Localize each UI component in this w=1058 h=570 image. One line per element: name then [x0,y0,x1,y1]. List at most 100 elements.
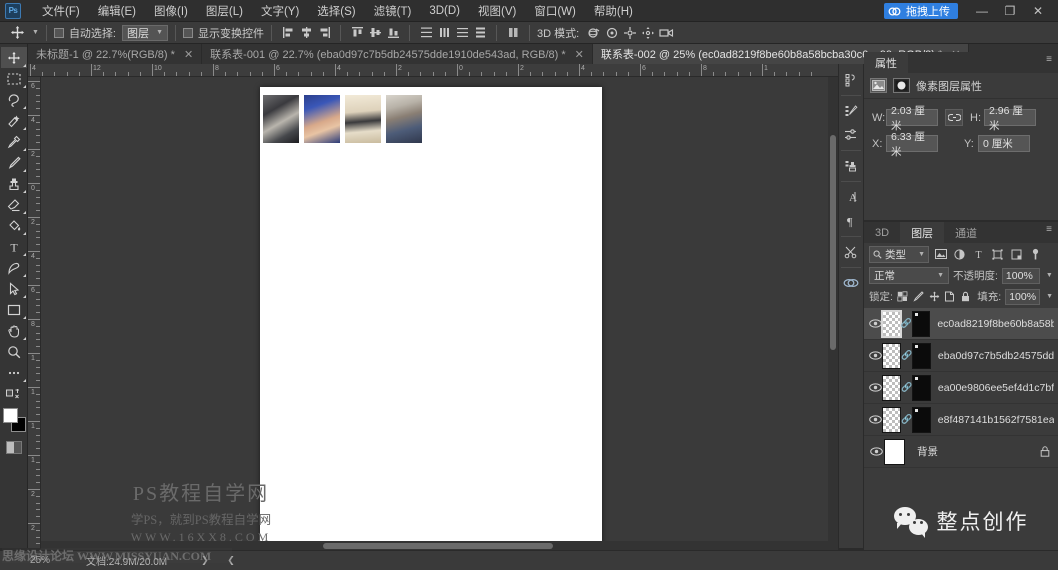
menu-image[interactable]: 图像(I) [145,0,197,22]
tab-channels[interactable]: 通道 [944,222,989,243]
opacity-input[interactable]: 100% [1001,267,1040,284]
layer-name[interactable]: ea00e9806ee5ef4d1c7bfa... [938,382,1054,394]
layer-list[interactable]: 🔗 ec0ad8219f8be60b8a58bc... 🔗 eba0d97c7b… [864,308,1058,492]
menu-filter[interactable]: 滤镜(T) [365,0,421,22]
menu-layer[interactable]: 图层(L) [197,0,252,22]
filter-smart-object-icon[interactable] [1009,247,1024,262]
align-left-edges-icon[interactable] [279,24,297,42]
link-icon[interactable]: 🔗 [901,350,912,361]
layer-visibility-toggle[interactable] [868,351,882,360]
tool-preset-caret-icon[interactable]: ▼ [32,29,39,36]
canvas-area[interactable]: PS教程自学网 学PS，就到PS教程自学网 WWW.16XX8.COM [41,77,838,548]
layer-mask-thumbnail[interactable] [911,406,931,433]
move-tool[interactable] [0,47,27,68]
hand-tool[interactable] [1,320,27,341]
auto-select-dropdown[interactable]: 图层 ▼ [122,24,168,41]
type-tool[interactable]: T [1,236,27,257]
menu-type[interactable]: 文字(Y) [252,0,308,22]
blend-mode-dropdown[interactable]: 正常 ▼ [869,267,949,284]
path-selection-tool[interactable] [1,278,27,299]
brush-tool[interactable] [1,152,27,173]
layer-mask-thumbnail[interactable] [911,310,931,337]
3d-pan-icon[interactable] [621,24,639,42]
table-row[interactable]: 🔗 ea00e9806ee5ef4d1c7bfa... [864,372,1058,404]
layer-thumbnail[interactable] [882,342,902,369]
drag-upload-button[interactable]: 拖拽上传 [884,3,958,19]
height-input[interactable]: 2.96 厘米 [984,105,1036,132]
3d-roll-icon[interactable] [603,24,621,42]
layer-visibility-toggle[interactable] [868,447,884,456]
scrollbar-thumb[interactable] [323,543,553,549]
canvas-photo-2[interactable] [304,95,340,143]
scissors-panel-icon[interactable] [839,240,863,264]
pen-tool[interactable] [1,257,27,278]
menu-view[interactable]: 视图(V) [469,0,525,22]
filter-type-dropdown[interactable]: 类型 ▼ [869,245,929,263]
maximize-button[interactable]: ❐ [996,0,1024,22]
layer-name[interactable]: 背景 [917,444,938,459]
layer-thumbnail[interactable] [881,309,902,338]
menu-file[interactable]: 文件(F) [33,0,89,22]
tab-properties[interactable]: 属性 [864,52,908,73]
lasso-tool[interactable] [1,89,27,110]
quick-selection-tool[interactable] [1,110,27,131]
quick-mask-toggle[interactable] [5,441,22,454]
lock-position-icon[interactable] [928,289,940,304]
document-tab-contactsheet-001[interactable]: 联系表-001 @ 22.7% (eba0d97c7b5db24575dde19… [202,44,593,64]
panel-menu-icon[interactable]: ≡ [1046,55,1052,65]
fill-chevron-icon[interactable]: ▼ [1046,293,1053,300]
align-top-edges-icon[interactable] [348,24,366,42]
3d-slide-icon[interactable] [639,24,657,42]
zoom-tool[interactable] [1,341,27,362]
filter-adjustment-icon[interactable] [952,247,967,262]
marquee-tool[interactable] [1,68,27,89]
table-row[interactable]: 背景 [864,436,1058,468]
x-input[interactable]: 6.33 厘米 [886,131,938,158]
document-tab-untitled-1[interactable]: 未标题-1 @ 22.7%(RGB/8) * ✕ [28,44,203,64]
more-tools-button[interactable] [1,362,27,383]
align-distribute-panel-icon[interactable] [504,24,522,42]
align-right-edges-icon[interactable] [315,24,333,42]
canvas-horizontal-scrollbar[interactable] [41,541,838,550]
history-panel-icon[interactable] [839,68,863,92]
status-arrows[interactable]: ❯ ❮ [201,555,243,566]
paragraph-panel-icon[interactable]: ¶ [839,209,863,233]
tab-layers[interactable]: 图层 [900,222,945,243]
menu-help[interactable]: 帮助(H) [585,0,642,22]
canvas-vertical-scrollbar[interactable] [828,77,838,548]
lock-image-pixels-icon[interactable] [913,289,925,304]
table-row[interactable]: 🔗 ec0ad8219f8be60b8a58bc... [864,308,1058,340]
layer-thumbnail[interactable] [884,438,905,465]
3d-orbit-icon[interactable] [585,24,603,42]
align-bottom-edges-icon[interactable] [384,24,402,42]
layer-name[interactable]: ec0ad8219f8be60b8a58bc... [937,318,1054,330]
eraser-tool[interactable] [1,194,27,215]
minimize-button[interactable]: — [968,0,996,22]
panel-menu-icon[interactable]: ≡ [1046,225,1052,235]
table-row[interactable]: 🔗 eba0d97c7b5db24575dde... [864,340,1058,372]
filter-pixel-icon[interactable] [933,247,948,262]
zoom-level[interactable]: 25% [0,555,56,566]
link-icon[interactable]: 🔗 [901,318,912,329]
align-horizontal-centers-icon[interactable] [297,24,315,42]
3d-camera-icon[interactable] [657,24,675,42]
link-icon[interactable]: 🔗 [901,414,912,425]
filter-shape-icon[interactable] [990,247,1005,262]
menu-edit[interactable]: 编辑(E) [89,0,145,22]
align-vertical-centers-icon[interactable] [366,24,384,42]
layer-mask-thumbnail[interactable] [912,374,931,401]
brush-settings-panel-icon[interactable] [839,99,863,123]
filter-type-text-icon[interactable]: T [971,247,986,262]
clone-stamp-tool[interactable] [1,173,27,194]
close-icon[interactable]: ✕ [184,48,193,61]
distribute-top-icon[interactable] [417,24,435,42]
menu-3d[interactable]: 3D(D) [420,2,469,20]
distribute-bottom-icon[interactable] [453,24,471,42]
layer-visibility-toggle[interactable] [868,319,882,328]
canvas-photo-3[interactable] [345,95,381,143]
linked-layers-panel-icon[interactable] [839,271,863,295]
lock-transparent-pixels-icon[interactable] [897,289,909,304]
canvas-photo-1[interactable] [263,95,299,143]
tab-3d[interactable]: 3D [864,222,901,243]
layer-visibility-toggle[interactable] [868,383,882,392]
